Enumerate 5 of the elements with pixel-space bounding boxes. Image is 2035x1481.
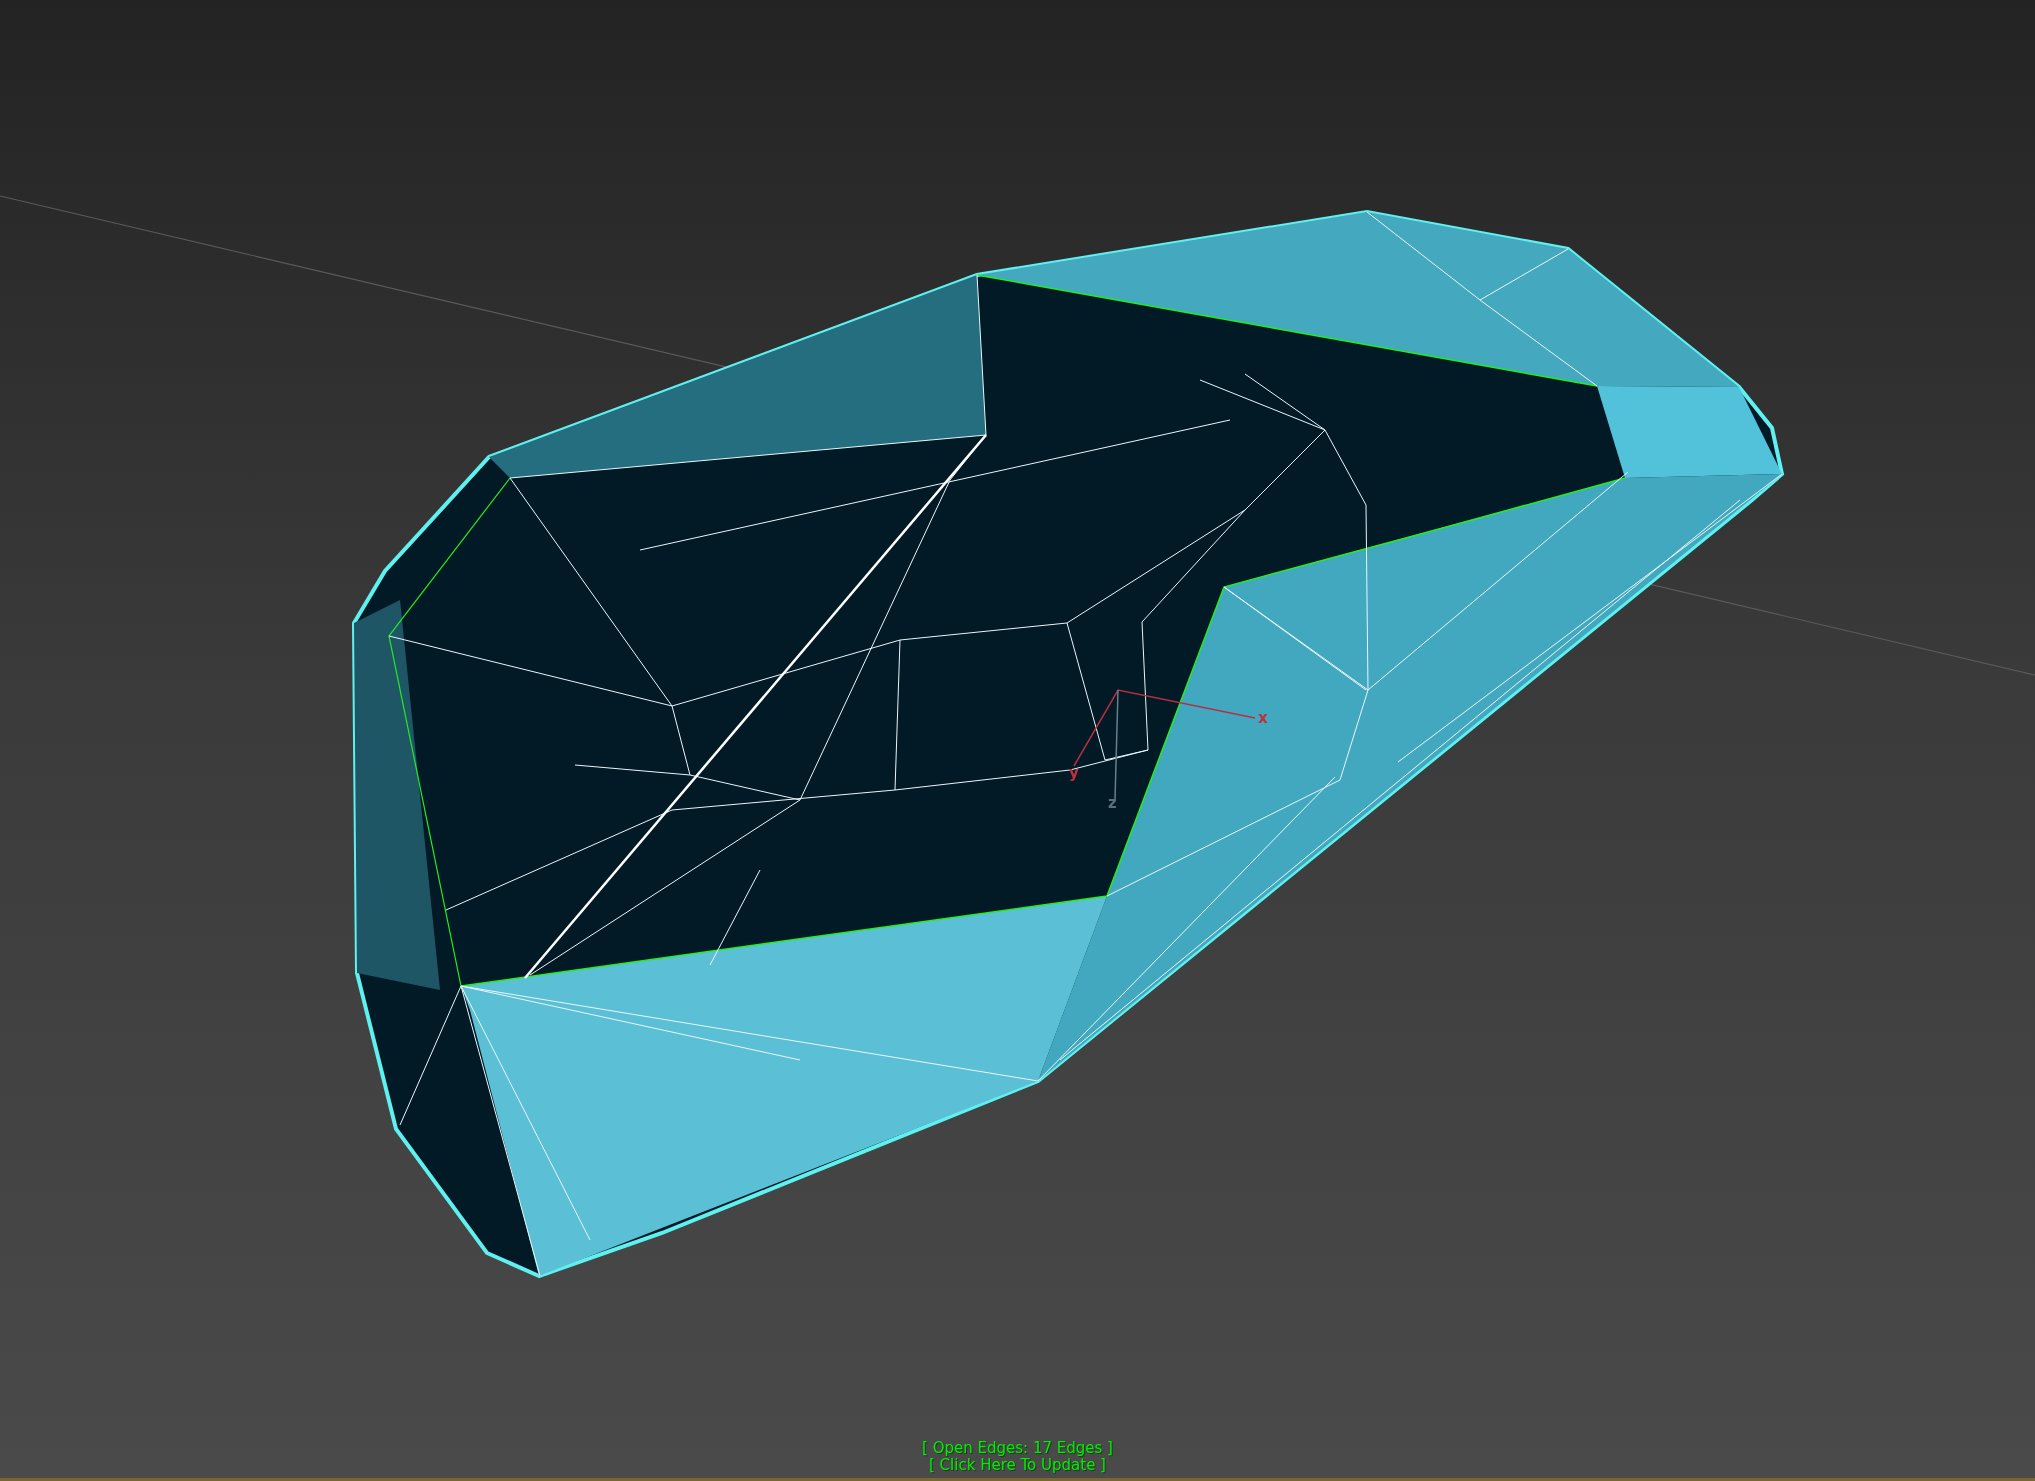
update-link[interactable]: [ Click Here To Update ] <box>929 1457 1106 1474</box>
axis-label: x <box>1258 709 1268 727</box>
open-edges-status: [ Open Edges: 17 Edges ] <box>922 1440 1113 1457</box>
axis-label: y <box>1069 764 1079 782</box>
axis-label: z <box>1108 794 1117 812</box>
